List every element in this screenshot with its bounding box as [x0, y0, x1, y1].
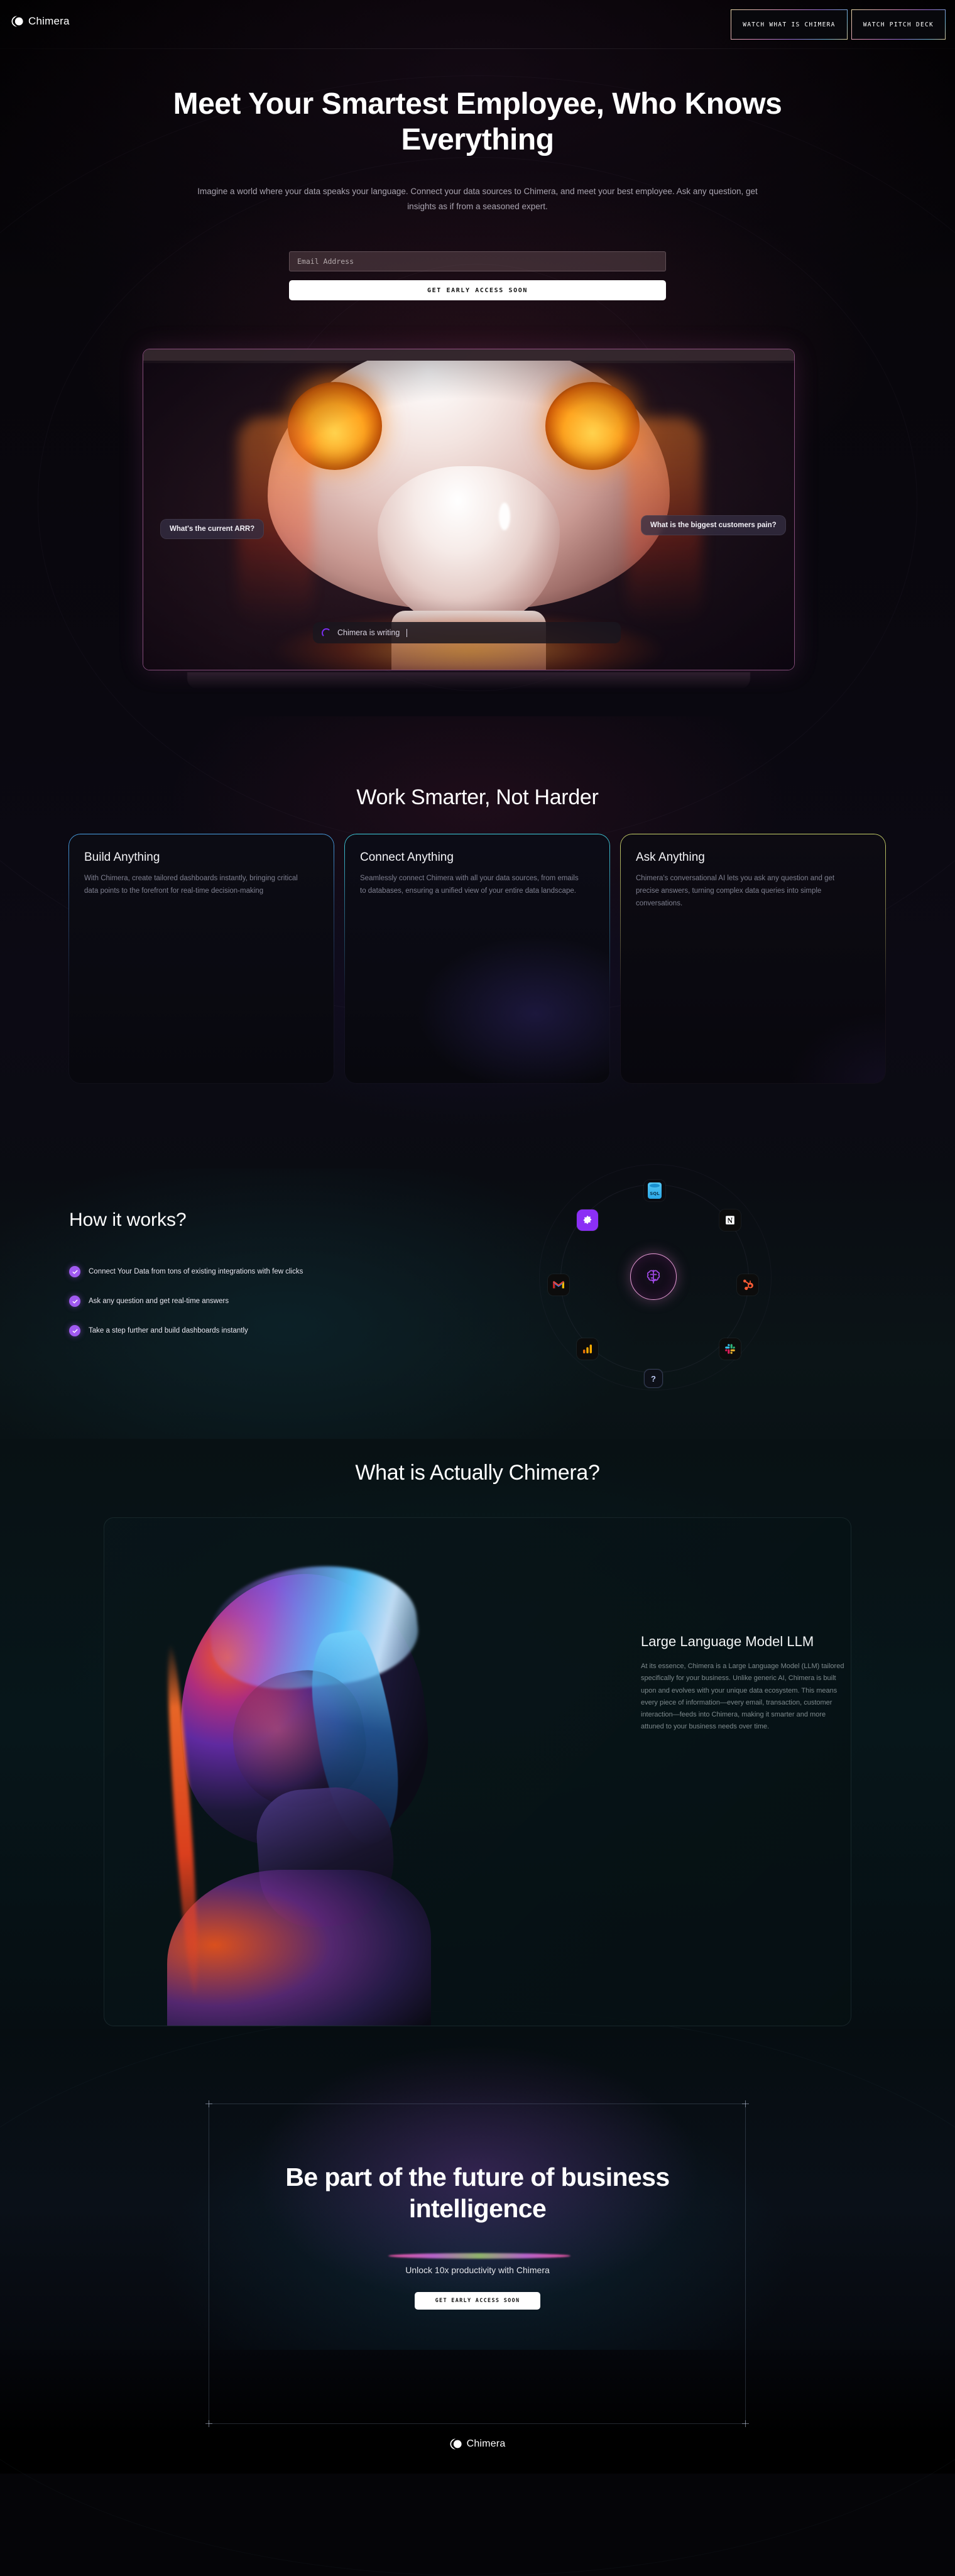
- slack-icon[interactable]: [719, 1338, 741, 1360]
- brand-name: Chimera: [28, 15, 70, 27]
- chimera-logo-icon: [450, 2438, 462, 2450]
- check-icon: [69, 1325, 80, 1336]
- unknown-integration-icon[interactable]: ?: [644, 1369, 663, 1388]
- stripe-icon[interactable]: [577, 1209, 598, 1231]
- feature-card-body: Chimera's conversational AI lets you ask…: [636, 875, 835, 907]
- google-analytics-icon[interactable]: [577, 1338, 598, 1360]
- features-title: Work Smarter, Not Harder: [356, 785, 599, 809]
- feature-card-body: Seamlessly connect Chimera with all your…: [360, 875, 579, 895]
- llm-body: At its essence, Chimera is a Large Langu…: [641, 1662, 844, 1731]
- corner-marker-icon: [205, 2100, 212, 2107]
- integration-cluster: SQL ?: [528, 1159, 779, 1390]
- corner-marker-icon: [205, 2420, 212, 2427]
- gmail-icon[interactable]: [548, 1274, 569, 1296]
- loading-spinner-icon: [322, 628, 331, 638]
- page-title: Meet Your Smartest Employee, Who Knows E…: [173, 87, 782, 156]
- site-header: Chimera WATCH WHAT IS CHIMERA WATCH PITC…: [0, 0, 955, 49]
- sql-database-icon[interactable]: SQL: [644, 1180, 665, 1201]
- feature-card-title: Ask Anything: [636, 851, 705, 864]
- video-card-shadow: [187, 672, 750, 689]
- hubspot-icon[interactable]: [737, 1274, 758, 1296]
- writing-status-label: Chimera is writing: [337, 628, 400, 637]
- android-head-illustration: [129, 1556, 519, 2026]
- brand-logo[interactable]: Chimera: [11, 15, 70, 28]
- list-item: Connect Your Data from tons of existing …: [69, 1266, 471, 1277]
- notion-icon[interactable]: [719, 1209, 741, 1231]
- llm-heading: Large Language Model LLM: [641, 1634, 814, 1649]
- corner-marker-icon: [742, 2100, 749, 2107]
- watch-what-is-chimera-button[interactable]: WATCH WHAT IS CHIMERA: [731, 9, 848, 40]
- footer-brand-name: Chimera: [466, 2438, 506, 2449]
- chat-bubble-right: What is the biggest customers pain?: [641, 515, 786, 535]
- feature-card-title: Connect Anything: [360, 851, 454, 864]
- list-item: Ask any question and get real-time answe…: [69, 1296, 471, 1307]
- llm-card: [104, 1517, 851, 2026]
- feature-card-connect-anything[interactable]: Connect Anything Seamlessly connect Chim…: [345, 834, 609, 1083]
- brain-icon: [630, 1253, 677, 1300]
- check-icon: [69, 1296, 80, 1307]
- hero-subtitle: Imagine a world where your data speaks y…: [197, 187, 758, 211]
- how-it-works-title: How it works?: [69, 1209, 187, 1230]
- cta-frame: [205, 2100, 749, 2427]
- get-early-access-button[interactable]: GET EARLY ACCESS SOON: [289, 280, 666, 300]
- check-icon: [69, 1266, 80, 1277]
- chimera-logo-icon: [11, 15, 24, 28]
- corner-marker-icon: [742, 2420, 749, 2427]
- list-item: Take a step further and build dashboards…: [69, 1325, 471, 1336]
- page-root: Chimera WATCH WHAT IS CHIMERA WATCH PITC…: [0, 0, 955, 2576]
- site-footer: Chimera: [0, 2438, 955, 2450]
- feature-card-title: Build Anything: [84, 851, 160, 864]
- feature-card-list: Build Anything With Chimera, create tail…: [69, 834, 886, 1086]
- chat-bubble-left: What's the current ARR?: [160, 519, 265, 539]
- chimera-writing-bar: Chimera is writing: [313, 622, 621, 643]
- cta-get-early-access-button[interactable]: GET EARLY ACCESS SOON: [415, 2292, 540, 2310]
- cta-subtitle: Unlock 10x productivity with Chimera: [405, 2265, 550, 2275]
- header-actions: WATCH WHAT IS CHIMERA WATCH PITCH DECK: [731, 9, 946, 40]
- feature-card-body: With Chimera, create tailored dashboards…: [84, 875, 298, 895]
- llm-text-block: Large Language Model LLM At its essence,…: [641, 1632, 848, 1733]
- step-label: Ask any question and get real-time answe…: [89, 1297, 229, 1305]
- cta-underline-accent: [388, 2253, 570, 2259]
- feature-card-ask-anything[interactable]: Ask Anything Chimera's conversational AI…: [621, 834, 885, 1083]
- step-label: Connect Your Data from tons of existing …: [89, 1268, 303, 1275]
- how-it-works-step-list: Connect Your Data from tons of existing …: [69, 1266, 471, 1355]
- step-label: Take a step further and build dashboards…: [89, 1327, 248, 1334]
- email-field[interactable]: [289, 251, 666, 271]
- feature-card-build-anything[interactable]: Build Anything With Chimera, create tail…: [69, 834, 334, 1083]
- cta-title: Be part of the future of business intell…: [285, 2163, 670, 2224]
- llm-section-title: What is Actually Chimera?: [355, 1461, 600, 1485]
- watch-pitch-deck-button[interactable]: WATCH PITCH DECK: [851, 9, 946, 40]
